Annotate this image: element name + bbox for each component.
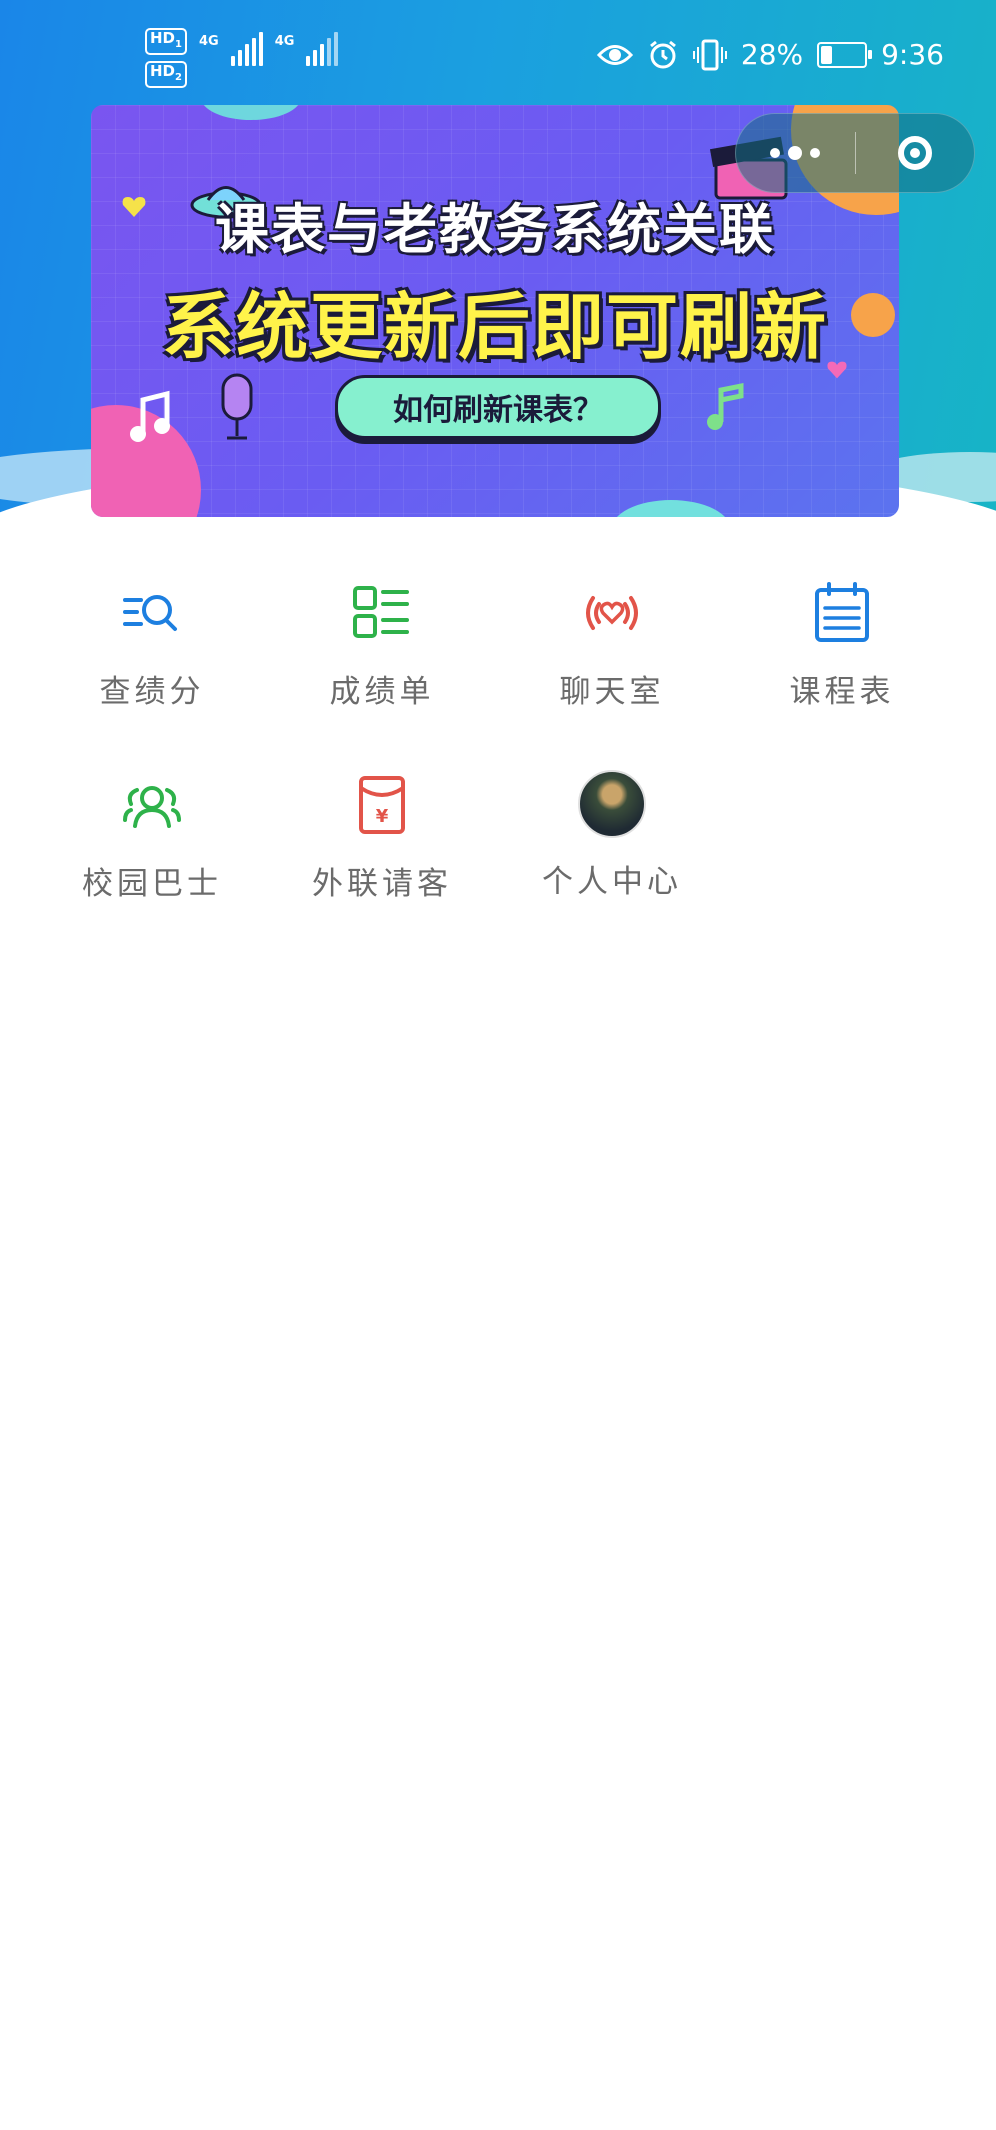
- menu-item-label: 聊天室: [559, 674, 665, 710]
- status-bar: HD1 HD2 4G 4G 28% 9:36: [0, 0, 996, 110]
- grid-list-icon: [353, 586, 409, 638]
- signal-bars-icon: [230, 30, 263, 66]
- broadcast-heart-icon: [586, 596, 638, 630]
- calendar-icon: [815, 582, 869, 642]
- menu-item-transcript[interactable]: 成绩单: [282, 578, 482, 728]
- music-note-icon: [130, 390, 170, 442]
- users-icon: [123, 786, 181, 828]
- red-envelope-icon: ¥: [359, 776, 405, 834]
- menu-item-label: 校园巴士: [82, 866, 222, 902]
- signal-bars-icon: [306, 30, 339, 66]
- network-type-1: 4G: [198, 34, 219, 49]
- how-to-refresh-button[interactable]: 如何刷新课表？: [335, 375, 661, 439]
- menu-item-label: 查绩分: [99, 674, 205, 710]
- menu-item-grades[interactable]: 查绩分: [52, 578, 252, 728]
- battery-percent: 28%: [740, 38, 804, 71]
- battery-charging-icon: [817, 41, 873, 68]
- sim1-hd-badge: HD1: [145, 28, 187, 55]
- menu-item-chatroom[interactable]: 聊天室: [512, 578, 712, 728]
- network-type-2: 4G: [274, 34, 295, 49]
- menu-item-label: 成绩单: [329, 674, 435, 710]
- menu-item-label: 课程表: [789, 674, 895, 710]
- miniprogram-capsule: [735, 113, 975, 193]
- menu-item-timetable[interactable]: 课程表: [742, 578, 942, 728]
- search-list-icon: [123, 595, 177, 631]
- banner-title: 课表与老教务系统关联: [215, 198, 775, 261]
- sim2-hd-badge: HD2: [145, 61, 187, 88]
- menu-item-label: 外联请客: [312, 866, 452, 902]
- more-menu-button[interactable]: [736, 114, 855, 192]
- eye-comfort-icon: [596, 44, 633, 65]
- alarm-icon: [649, 40, 676, 68]
- microphone-icon: [221, 373, 253, 440]
- banner-subtitle: 系统更新后即可刷新: [161, 285, 828, 369]
- vibrate-icon: [692, 39, 727, 70]
- signal-group: HD1 HD2 4G 4G: [145, 28, 339, 88]
- menu-item-label: 个人中心: [542, 864, 682, 900]
- target-icon: [897, 136, 932, 170]
- status-right: 28% 9:36: [596, 38, 944, 71]
- music-note-icon: [707, 382, 744, 430]
- menu-item-profile[interactable]: 个人中心: [512, 770, 712, 920]
- clock: 9:36: [881, 38, 944, 71]
- menu-item-campus-bus[interactable]: 校园巴士: [52, 770, 252, 920]
- avatar: [578, 770, 646, 838]
- svg-text:¥: ¥: [376, 806, 389, 827]
- close-miniprogram-button[interactable]: [856, 114, 975, 192]
- menu-item-treat[interactable]: ¥ 外联请客: [282, 770, 482, 920]
